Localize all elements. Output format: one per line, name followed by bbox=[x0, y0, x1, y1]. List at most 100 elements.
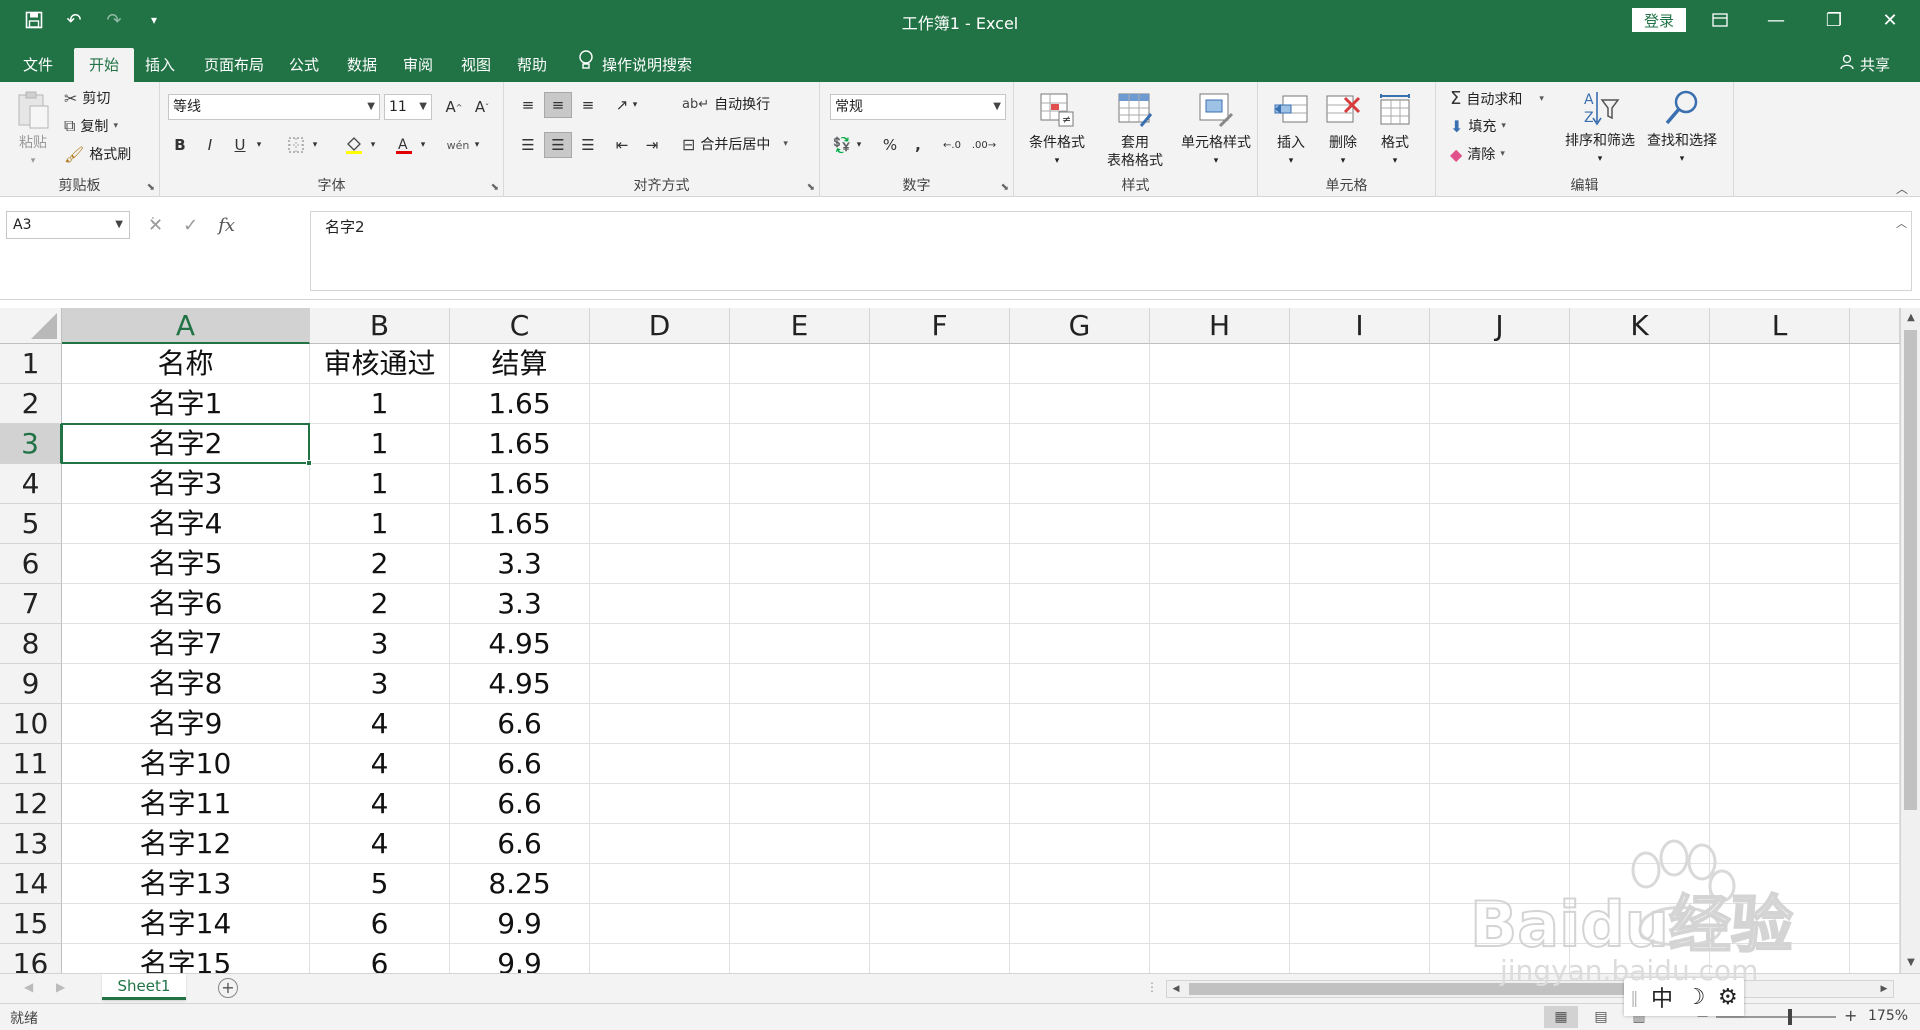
select-all-button[interactable] bbox=[0, 308, 62, 344]
cell-i14[interactable] bbox=[1290, 864, 1430, 904]
borders-button[interactable] bbox=[282, 132, 310, 158]
normal-view-icon[interactable]: ▦ bbox=[1544, 1006, 1578, 1028]
cell-g12[interactable] bbox=[1010, 784, 1150, 824]
dialog-launcher-icon[interactable]: ⬊ bbox=[491, 182, 499, 193]
cell-k10[interactable] bbox=[1570, 704, 1710, 744]
cell-h6[interactable] bbox=[1150, 544, 1290, 584]
cell-k8[interactable] bbox=[1570, 624, 1710, 664]
find-select-button[interactable]: 查找和选择 ▾ bbox=[1642, 88, 1722, 168]
cell-e15[interactable] bbox=[730, 904, 870, 944]
column-header-d[interactable]: D bbox=[590, 308, 730, 344]
cell-e4[interactable] bbox=[730, 464, 870, 504]
row-header-7[interactable]: 7 bbox=[0, 584, 62, 624]
page-layout-view-icon[interactable]: ▤ bbox=[1584, 1006, 1618, 1028]
cell-c11[interactable]: 6.6 bbox=[450, 744, 590, 784]
cell-d9[interactable] bbox=[590, 664, 730, 704]
cell-b11[interactable]: 4 bbox=[310, 744, 450, 784]
tab-review[interactable]: 审阅 bbox=[394, 48, 442, 82]
cell-l6[interactable] bbox=[1710, 544, 1850, 584]
cell-c6[interactable]: 3.3 bbox=[450, 544, 590, 584]
cell-b1[interactable]: 审核通过 bbox=[310, 344, 450, 384]
cell-j8[interactable] bbox=[1430, 624, 1570, 664]
cell-c15[interactable]: 9.9 bbox=[450, 904, 590, 944]
column-header-b[interactable]: B bbox=[310, 308, 450, 344]
cell-j16[interactable] bbox=[1430, 944, 1570, 973]
cell-e8[interactable] bbox=[730, 624, 870, 664]
cell-a16[interactable]: 名字15 bbox=[62, 944, 310, 973]
increase-font-size-button[interactable]: A ^ bbox=[440, 94, 468, 120]
cell-d12[interactable] bbox=[590, 784, 730, 824]
cell-k7[interactable] bbox=[1570, 584, 1710, 624]
cell-h1[interactable] bbox=[1150, 344, 1290, 384]
cell-b14[interactable]: 5 bbox=[310, 864, 450, 904]
column-header-h[interactable]: H bbox=[1150, 308, 1290, 344]
align-middle-button[interactable]: ≡ bbox=[544, 92, 572, 118]
cell-a14[interactable]: 名字13 bbox=[62, 864, 310, 904]
cell-d13[interactable] bbox=[590, 824, 730, 864]
vertical-scrollbar[interactable]: ▲ ▼ bbox=[1900, 308, 1920, 973]
italic-button[interactable]: I bbox=[196, 132, 224, 158]
borders-options-icon[interactable]: ▾ bbox=[308, 132, 322, 158]
tab-view[interactable]: 视图 bbox=[452, 48, 500, 82]
cell-e1[interactable] bbox=[730, 344, 870, 384]
cell-g11[interactable] bbox=[1010, 744, 1150, 784]
redo-icon[interactable]: ↷ bbox=[100, 6, 128, 34]
cell-a8[interactable]: 名字7 bbox=[62, 624, 310, 664]
cell-a12[interactable]: 名字11 bbox=[62, 784, 310, 824]
cut-button[interactable]: ✂ 剪切 bbox=[64, 88, 110, 108]
cell-d2[interactable] bbox=[590, 384, 730, 424]
column-header-k[interactable]: K bbox=[1570, 308, 1710, 344]
insert-function-icon[interactable]: fx bbox=[218, 215, 235, 236]
column-header-f[interactable]: F bbox=[870, 308, 1010, 344]
cell-d3[interactable] bbox=[590, 424, 730, 464]
accounting-options-icon[interactable]: ▾ bbox=[852, 132, 866, 158]
cell-l7[interactable] bbox=[1710, 584, 1850, 624]
add-sheet-icon[interactable]: + bbox=[218, 978, 238, 998]
decrease-font-size-button[interactable]: Aˇ bbox=[468, 94, 496, 120]
cell-g9[interactable] bbox=[1010, 664, 1150, 704]
cell-j3[interactable] bbox=[1430, 424, 1570, 464]
cell-a5[interactable]: 名字4 bbox=[62, 504, 310, 544]
tab-page-layout[interactable]: 页面布局 bbox=[194, 48, 274, 82]
cell-styles-button[interactable]: 单元格样式 ▾ bbox=[1174, 90, 1258, 170]
cell-b12[interactable]: 4 bbox=[310, 784, 450, 824]
row-header-3[interactable]: 3 bbox=[0, 424, 62, 464]
zoom-level[interactable]: 175% bbox=[1868, 1008, 1908, 1024]
row-header-6[interactable]: 6 bbox=[0, 544, 62, 584]
font-size-select[interactable]: 11 ▼ bbox=[384, 94, 432, 120]
cell-i13[interactable] bbox=[1290, 824, 1430, 864]
underline-options-icon[interactable]: ▾ bbox=[252, 132, 266, 158]
ribbon-display-options-icon[interactable] bbox=[1692, 0, 1748, 40]
cell-g15[interactable] bbox=[1010, 904, 1150, 944]
share-button[interactable]: 共享 bbox=[1840, 48, 1890, 82]
cell-f1[interactable] bbox=[870, 344, 1010, 384]
clear-button[interactable]: ◆ 清除 ▾ bbox=[1450, 144, 1505, 164]
comma-style-button[interactable]: , bbox=[904, 132, 932, 158]
cell-j2[interactable] bbox=[1430, 384, 1570, 424]
cell-c13[interactable]: 6.6 bbox=[450, 824, 590, 864]
cell-f14[interactable] bbox=[870, 864, 1010, 904]
row-header-1[interactable]: 1 bbox=[0, 344, 62, 384]
customize-qat-icon[interactable]: ▾ bbox=[140, 6, 168, 34]
cell-a7[interactable]: 名字6 bbox=[62, 584, 310, 624]
cell-g3[interactable] bbox=[1010, 424, 1150, 464]
cell-a6[interactable]: 名字5 bbox=[62, 544, 310, 584]
tab-split-grip-icon[interactable]: ⋮ bbox=[1146, 980, 1158, 994]
cell-k12[interactable] bbox=[1570, 784, 1710, 824]
moon-icon[interactable]: ☽ bbox=[1686, 985, 1706, 1010]
cell-h12[interactable] bbox=[1150, 784, 1290, 824]
format-painter-button[interactable]: 🖌 格式刷 bbox=[64, 144, 131, 164]
cell-f5[interactable] bbox=[870, 504, 1010, 544]
login-button[interactable]: 登录 bbox=[1632, 8, 1686, 32]
cell-c16[interactable]: 9.9 bbox=[450, 944, 590, 973]
cell-k6[interactable] bbox=[1570, 544, 1710, 584]
cell-i10[interactable] bbox=[1290, 704, 1430, 744]
cell-c12[interactable]: 6.6 bbox=[450, 784, 590, 824]
cell-h13[interactable] bbox=[1150, 824, 1290, 864]
cell-f11[interactable] bbox=[870, 744, 1010, 784]
cell-g5[interactable] bbox=[1010, 504, 1150, 544]
row-header-8[interactable]: 8 bbox=[0, 624, 62, 664]
increase-indent-button[interactable]: ⇥ bbox=[638, 132, 666, 158]
cell-j6[interactable] bbox=[1430, 544, 1570, 584]
cell-k11[interactable] bbox=[1570, 744, 1710, 784]
